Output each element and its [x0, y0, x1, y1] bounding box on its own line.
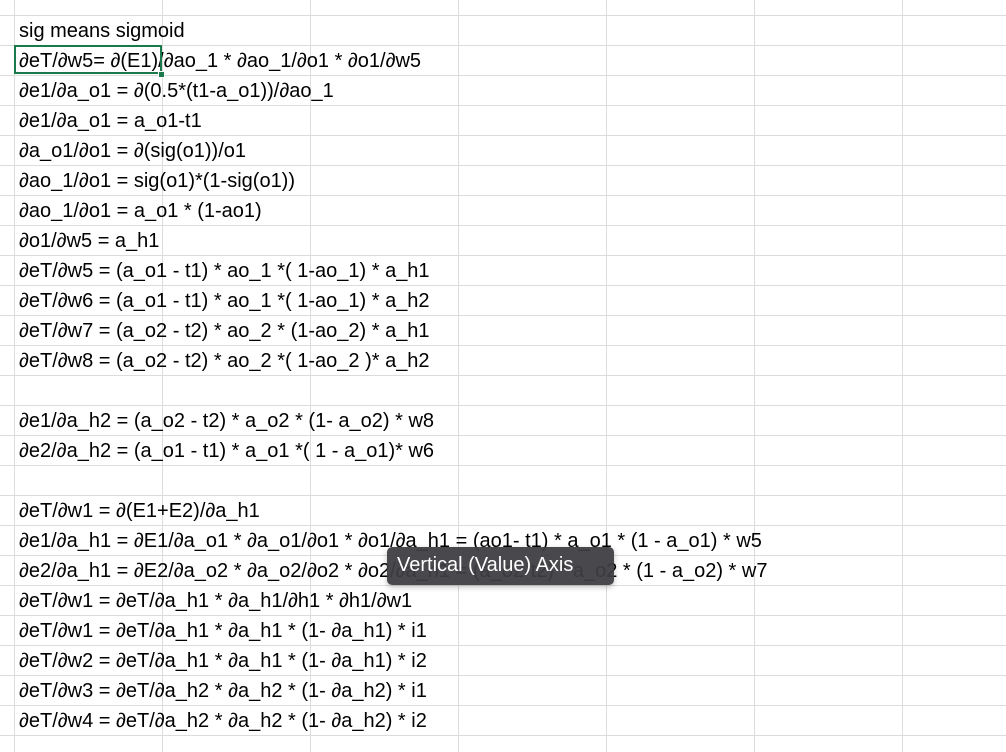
cell-a22[interactable]: ∂eT/∂w2 = ∂eT/∂a_h1 * ∂a_h1 * (1- ∂a_h1)…: [19, 646, 427, 676]
cell-a5[interactable]: ∂a_o1/∂o1 = ∂(sig(o1))/o1: [19, 136, 246, 166]
cell-a17[interactable]: ∂eT/∂w1 = ∂(E1+E2)/∂a_h1: [19, 496, 260, 526]
tooltip-text: Vertical (Value) Axis: [397, 554, 574, 576]
column-gridline: [14, 0, 15, 752]
cell-a21[interactable]: ∂eT/∂w1 = ∂eT/∂a_h1 * ∂a_h1 * (1- ∂a_h1)…: [19, 616, 427, 646]
cell-a12[interactable]: ∂eT/∂w8 = (a_o2 - t2) * ao_2 *( 1-ao_2 )…: [19, 346, 430, 376]
cell-a3[interactable]: ∂e1/∂a_o1 = ∂(0.5*(t1-a_o1))/∂ao_1: [19, 76, 334, 106]
cell-a24[interactable]: ∂eT/∂w4 = ∂eT/∂a_h2 * ∂a_h2 * (1- ∂a_h2)…: [19, 706, 427, 736]
tooltip: Vertical (Value) Axis: [387, 547, 614, 585]
cell-a4[interactable]: ∂e1/∂a_o1 = a_o1-t1: [19, 106, 202, 136]
column-gridline: [458, 0, 459, 752]
cell-a7[interactable]: ∂ao_1/∂o1 = a_o1 * (1-ao1): [19, 196, 262, 226]
cell-a15[interactable]: ∂e2/∂a_h2 = (a_o1 - t1) * a_o1 *( 1 - a_…: [19, 436, 434, 466]
cell-a10[interactable]: ∂eT/∂w6 = (a_o1 - t1) * ao_1 *( 1-ao_1) …: [19, 286, 430, 316]
spreadsheet-grid[interactable]: sig means sigmoid ∂eT/∂w5= ∂(E1)/∂ao_1 *…: [0, 0, 1006, 752]
cell-a9[interactable]: ∂eT/∂w5 = (a_o1 - t1) * ao_1 *( 1-ao_1) …: [19, 256, 430, 286]
column-gridline: [754, 0, 755, 752]
cell-a1[interactable]: sig means sigmoid: [19, 16, 185, 46]
cell-a14[interactable]: ∂e1/∂a_h2 = (a_o2 - t2) * a_o2 * (1- a_o…: [19, 406, 434, 436]
cell-a23[interactable]: ∂eT/∂w3 = ∂eT/∂a_h2 * ∂a_h2 * (1- ∂a_h2)…: [19, 676, 427, 706]
column-gridline: [606, 0, 607, 752]
active-cell-selection[interactable]: [14, 45, 162, 74]
cell-a20[interactable]: ∂eT/∂w1 = ∂eT/∂a_h1 * ∂a_h1/∂h1 * ∂h1/∂w…: [19, 586, 412, 616]
cell-a6[interactable]: ∂ao_1/∂o1 = sig(o1)*(1-sig(o1)): [19, 166, 295, 196]
fill-handle[interactable]: [158, 71, 165, 78]
cell-a8[interactable]: ∂o1/∂w5 = a_h1: [19, 226, 159, 256]
column-gridline: [902, 0, 903, 752]
cell-a11[interactable]: ∂eT/∂w7 = (a_o2 - t2) * ao_2 * (1-ao_2) …: [19, 316, 430, 346]
